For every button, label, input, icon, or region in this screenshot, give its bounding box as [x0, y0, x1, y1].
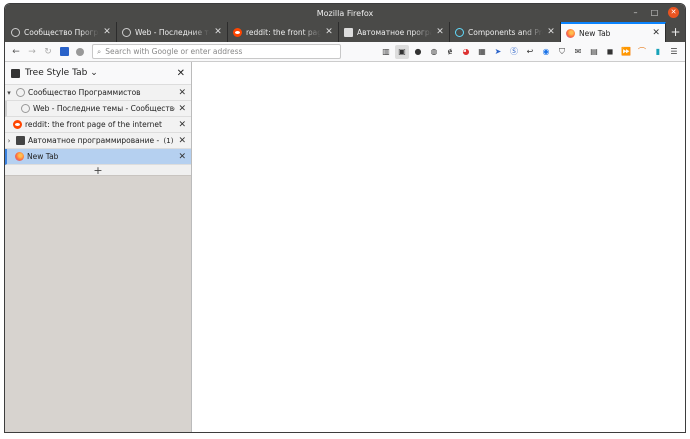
- tab-new-tab[interactable]: New Tab ✕: [561, 22, 667, 42]
- sidebar-header: Tree Style Tab ⌄ ✕: [5, 62, 191, 84]
- robot-icon: [16, 136, 25, 145]
- close-tab-icon[interactable]: ✕: [436, 27, 444, 37]
- tab-components-and-props[interactable]: Components and Props – React ✕: [450, 22, 561, 42]
- tab-web-latest-topics[interactable]: Web - Последние темы - Сообщество Програ…: [117, 22, 228, 42]
- shield-icon[interactable]: ⛉: [555, 45, 569, 59]
- tab-label: New Tab: [579, 28, 611, 38]
- extension-rainbow-icon[interactable]: ⌒: [635, 45, 649, 59]
- url-placeholder: Search with Google or enter address: [105, 47, 243, 56]
- browser-main: Tree Style Tab ⌄ ✕ ▾ Сообщество Программ…: [5, 62, 685, 432]
- close-tab-icon[interactable]: ✕: [325, 27, 333, 37]
- close-tab-icon[interactable]: ✕: [178, 120, 186, 130]
- extension-reply-icon[interactable]: ↩: [523, 45, 537, 59]
- close-tab-icon[interactable]: ✕: [178, 104, 186, 114]
- reddit-icon: [233, 27, 242, 37]
- tree-tab-automata-programming[interactable]: › Автоматное программирование - JS: Reac…: [5, 133, 191, 149]
- tab-automata-programming[interactable]: Автоматное программирование - JS: React …: [339, 22, 450, 42]
- close-tab-icon[interactable]: ✕: [547, 27, 555, 37]
- printer-icon[interactable]: ▤: [587, 45, 601, 59]
- sidebar-empty-area[interactable]: [5, 176, 191, 432]
- extension-globe-icon[interactable]: ◍: [427, 45, 441, 59]
- extension-teal-icon[interactable]: ▮: [651, 45, 665, 59]
- speech-bubble-icon: [21, 104, 30, 113]
- extension-blue-circle-icon[interactable]: ◉: [539, 45, 553, 59]
- library-icon[interactable]: ▥: [379, 45, 393, 59]
- sidebar-new-tab-button[interactable]: +: [5, 164, 191, 177]
- navigation-toolbar: ← → ↻ ⌕ Search with Google or enter addr…: [5, 42, 685, 62]
- sidebar-title: Tree Style Tab: [25, 68, 88, 78]
- tab-label: Web - Последние темы - Сообщество Програ…: [135, 27, 210, 37]
- tree-tab-label: New Tab: [27, 152, 59, 161]
- extension-qr-icon[interactable]: ▦: [475, 45, 489, 59]
- title-bar: Mozilla Firefox – □ ✕: [5, 4, 685, 22]
- reddit-icon: [13, 120, 22, 129]
- extension-color-icon[interactable]: ◕: [459, 45, 473, 59]
- extension-e-icon[interactable]: ɇ: [443, 45, 457, 59]
- sidebar-switcher[interactable]: Tree Style Tab ⌄: [25, 68, 172, 78]
- react-icon: [455, 27, 464, 37]
- firefox-icon: [15, 152, 24, 161]
- minimize-icon[interactable]: –: [630, 7, 641, 18]
- tree-tab-label: Автоматное программирование - JS: React: [28, 136, 161, 145]
- close-window-icon[interactable]: ✕: [668, 7, 679, 18]
- tree-style-tab-icon: [11, 68, 20, 78]
- tab-label: Автоматное программирование - JS: React: [357, 27, 432, 37]
- back-arrow-icon[interactable]: ←: [9, 45, 23, 59]
- tree-tab-label: reddit: the front page of the internet: [25, 120, 162, 129]
- tree-tab-reddit[interactable]: reddit: the front page of the internet ✕: [5, 117, 191, 133]
- firefox-window: Mozilla Firefox – □ ✕ Сообщество Програм…: [4, 3, 686, 433]
- window-title: Mozilla Firefox: [316, 8, 374, 18]
- speech-bubble-icon: [122, 27, 131, 37]
- reload-icon[interactable]: ↻: [41, 45, 55, 59]
- sidebar-toggle-icon[interactable]: ▣: [395, 44, 409, 59]
- extension-cursor-icon[interactable]: ➤: [491, 45, 505, 59]
- url-bar[interactable]: ⌕ Search with Google or enter address: [92, 44, 341, 59]
- tab-tree: ▾ Сообщество Программистов ✕ Web - После…: [5, 84, 191, 177]
- mail-icon[interactable]: ✉: [571, 45, 585, 59]
- speech-bubble-icon: [11, 27, 20, 37]
- close-tab-icon[interactable]: ✕: [178, 152, 186, 162]
- bookmark-extension-icon[interactable]: [57, 45, 71, 59]
- tree-tab-programmers-community[interactable]: ▾ Сообщество Программистов ✕: [5, 85, 191, 101]
- tab-programmers-community[interactable]: Сообщество Программистов ✕: [6, 22, 117, 42]
- tab-label: Сообщество Программистов: [24, 27, 99, 37]
- pocket-icon[interactable]: [73, 45, 87, 59]
- close-tab-icon[interactable]: ✕: [178, 136, 186, 146]
- speech-bubble-icon: [16, 88, 25, 97]
- tab-label: Components and Props – React: [468, 27, 543, 37]
- hamburger-menu-icon[interactable]: ☰: [667, 45, 681, 59]
- forward-arrow-icon[interactable]: →: [25, 45, 39, 59]
- close-sidebar-icon[interactable]: ✕: [177, 68, 185, 79]
- twisty-expanded-icon[interactable]: ▾: [5, 89, 13, 97]
- close-tab-icon[interactable]: ✕: [214, 27, 222, 37]
- extension-s-icon[interactable]: Ⓢ: [507, 45, 521, 59]
- fast-forward-icon[interactable]: ⏩: [619, 45, 633, 59]
- firefox-icon: [566, 28, 575, 38]
- sidebar: Tree Style Tab ⌄ ✕ ▾ Сообщество Программ…: [5, 62, 192, 432]
- chevron-down-icon: ⌄: [90, 68, 98, 78]
- account-icon[interactable]: ●: [411, 45, 425, 59]
- robot-icon: [344, 27, 353, 37]
- extension-dark-square-icon[interactable]: ◼: [603, 45, 617, 59]
- collapsed-count-badge: (1): [163, 136, 174, 145]
- tab-label: reddit: the front page of the internet: [246, 27, 321, 37]
- close-tab-icon[interactable]: ✕: [178, 88, 186, 98]
- page-content-blank[interactable]: [192, 62, 685, 432]
- search-icon: ⌕: [97, 46, 102, 56]
- tree-tab-label: Сообщество Программистов: [28, 88, 141, 97]
- tree-tab-web-latest-topics[interactable]: Web - Последние темы - Сообщество Програ…: [5, 101, 191, 117]
- close-tab-icon[interactable]: ✕: [652, 28, 660, 38]
- twisty-collapsed-icon[interactable]: ›: [5, 137, 13, 145]
- tree-tab-label: Web - Последние темы - Сообщество Програ…: [33, 104, 176, 113]
- tab-strip: Сообщество Программистов ✕ Web - Последн…: [5, 22, 685, 42]
- maximize-icon[interactable]: □: [649, 7, 660, 18]
- close-tab-icon[interactable]: ✕: [103, 27, 111, 37]
- new-tab-button[interactable]: +: [666, 22, 685, 42]
- tab-reddit[interactable]: reddit: the front page of the internet ✕: [228, 22, 339, 42]
